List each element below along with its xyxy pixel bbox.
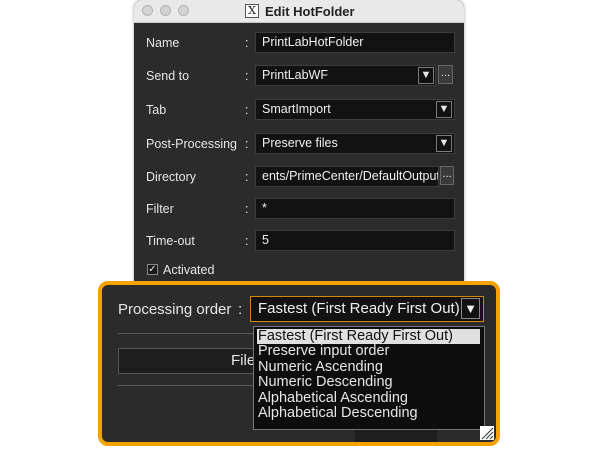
title-bar: X Edit HotFolder xyxy=(134,0,464,23)
sendto-dropdown-icon[interactable]: ▼ xyxy=(418,67,434,84)
file-button-label: File xyxy=(231,352,256,369)
option-numeric-ascending[interactable]: Numeric Ascending xyxy=(254,359,484,375)
post-processing-dropdown-icon[interactable]: ▼ xyxy=(436,135,452,152)
timeout-label: Time-out xyxy=(146,234,195,248)
sendto-colon: : xyxy=(245,69,249,83)
sendto-browse-button[interactable]: ... xyxy=(438,65,453,84)
directory-field[interactable]: ents/PrimeCenter/DefaultOutput xyxy=(255,166,439,187)
name-field[interactable]: PrintLabHotFolder xyxy=(255,32,455,53)
directory-colon: : xyxy=(245,170,249,184)
post-processing-colon: : xyxy=(245,137,249,151)
filter-colon: : xyxy=(245,202,249,216)
tab-select[interactable]: SmartImport xyxy=(255,99,455,120)
tab-label: Tab xyxy=(146,103,167,117)
file-button[interactable]: File xyxy=(118,348,258,374)
activated-checkbox[interactable]: ✓ xyxy=(147,264,158,275)
processing-order-options-list[interactable]: Fastest (First Ready First Out) Preserve… xyxy=(253,326,485,430)
minimize-window-button[interactable] xyxy=(160,5,171,16)
sendto-label: Send to xyxy=(146,69,190,83)
processing-order-colon: : xyxy=(238,301,243,318)
close-window-button[interactable] xyxy=(142,5,153,16)
post-processing-select[interactable]: Preserve files xyxy=(255,133,455,154)
filter-label: Filter xyxy=(146,202,174,216)
zoom-window-button[interactable] xyxy=(178,5,189,16)
x11-icon: X xyxy=(245,4,259,18)
directory-browse-button[interactable]: ... xyxy=(440,166,454,185)
filter-field[interactable]: * xyxy=(255,198,455,219)
timeout-colon: : xyxy=(245,234,249,248)
tab-dropdown-icon[interactable]: ▼ xyxy=(436,101,452,118)
option-numeric-descending[interactable]: Numeric Descending xyxy=(254,374,484,390)
divider xyxy=(118,333,258,334)
processing-order-dropdown-icon[interactable]: ▼ xyxy=(461,298,480,319)
option-alphabetical-ascending[interactable]: Alphabetical Ascending xyxy=(254,390,484,406)
dialog-button-partial[interactable] xyxy=(355,428,437,442)
option-preserve-input-order[interactable]: Preserve input order xyxy=(254,344,484,359)
timeout-field[interactable]: 5 xyxy=(255,230,455,251)
processing-order-label: Processing order xyxy=(118,301,232,318)
option-alphabetical-descending[interactable]: Alphabetical Descending xyxy=(254,405,484,421)
post-processing-label: Post-Processing xyxy=(146,137,238,151)
sendto-select[interactable]: PrintLabWF xyxy=(255,65,436,86)
name-label: Name xyxy=(146,36,180,50)
resize-grip-icon[interactable] xyxy=(480,426,494,440)
processing-order-zoom-callout: Processing order : Fastest (First Ready … xyxy=(98,281,500,446)
edit-hotfolder-window: X Edit HotFolder Name : PrintLabHotFolde… xyxy=(134,0,464,300)
window-title: Edit HotFolder xyxy=(265,4,355,19)
directory-label: Directory xyxy=(146,170,197,184)
processing-order-select[interactable]: Fastest (First Ready First Out) xyxy=(250,296,484,322)
divider xyxy=(118,385,258,386)
activated-label: Activated xyxy=(163,263,215,277)
option-fastest[interactable]: Fastest (First Ready First Out) xyxy=(257,328,480,345)
tab-colon: : xyxy=(245,103,249,117)
name-colon: : xyxy=(245,36,249,50)
